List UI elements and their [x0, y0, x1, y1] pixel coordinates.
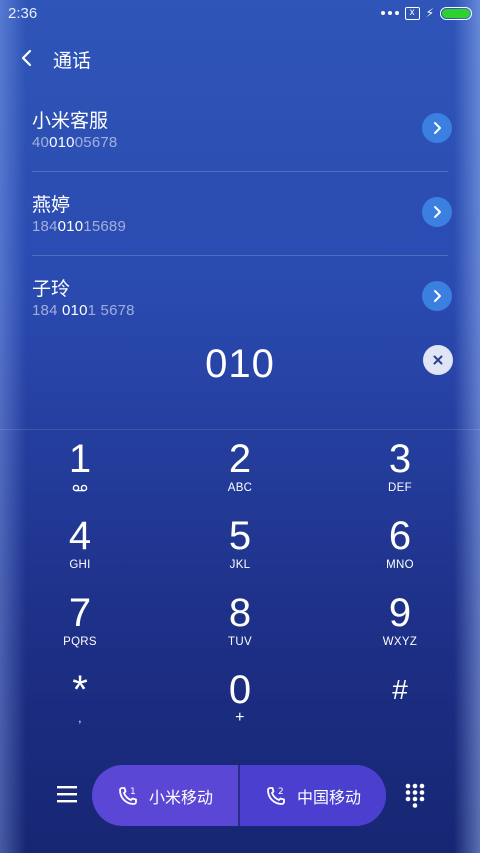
voicemail-icon [72, 484, 88, 492]
key-digit: 0 [228, 668, 252, 712]
key-letters: DEF [388, 482, 412, 494]
key-letters: WXYZ [382, 636, 418, 648]
key-digit: # [392, 674, 408, 705]
key-star[interactable]: * , [0, 667, 160, 744]
key-hash[interactable]: # [320, 667, 480, 744]
key-digit: 1 [68, 437, 92, 481]
bottom-bar: 1 小米移动 2 中国移动 [0, 765, 480, 827]
dialed-number-display: 010 [0, 338, 480, 394]
status-bar: 2:36 x ⚡ [0, 0, 480, 28]
list-item[interactable]: 燕婷 18401015689 [32, 172, 452, 256]
chevron-right-icon [434, 290, 441, 302]
contact-detail-button[interactable] [422, 197, 452, 227]
key-letters: TUV [228, 636, 252, 648]
key-0[interactable]: 0 + [160, 667, 320, 744]
charging-icon: ⚡ [425, 6, 434, 20]
back-arrow-icon[interactable] [16, 44, 40, 72]
status-icons: x ⚡ [380, 6, 472, 20]
list-item[interactable]: 子玲 184 0101 5678 [32, 256, 452, 340]
svg-text:2: 2 [278, 787, 284, 797]
contact-number: 4001005678 [32, 134, 118, 151]
key-digit: 9 [388, 591, 412, 635]
sim2-label: 中国移动 [296, 789, 361, 807]
key-digit: 2 [228, 437, 252, 481]
key-3[interactable]: 3 DEF [320, 436, 480, 513]
battery-icon [440, 6, 472, 20]
key-letters: + [235, 709, 245, 726]
key-8[interactable]: 8 TUV [160, 590, 320, 667]
key-letters: PQRS [63, 636, 97, 648]
chevron-right-icon [434, 122, 441, 134]
key-letters: ABC [227, 482, 253, 494]
key-digit: 6 [388, 514, 412, 558]
svg-text:1: 1 [130, 787, 136, 797]
contact-name: 燕婷 [32, 195, 71, 216]
no-sim-icon: x [404, 6, 420, 20]
contact-number: 184 0101 5678 [32, 302, 135, 319]
phone-sim2-icon: 2 [267, 787, 285, 805]
key-7[interactable]: 7 PQRS [0, 590, 160, 667]
key-1[interactable]: 1 [0, 436, 160, 513]
dialpad-toggle-icon[interactable] [404, 783, 426, 809]
clear-button[interactable] [423, 345, 453, 375]
chevron-right-icon [434, 206, 441, 218]
key-letters: JKL [229, 559, 251, 571]
key-letters: GHI [69, 559, 91, 571]
key-5[interactable]: 5 JKL [160, 513, 320, 590]
contact-number: 18401015689 [32, 218, 126, 235]
call-sim1-button[interactable]: 1 小米移动 [92, 765, 238, 826]
dialed-number: 010 [205, 342, 275, 386]
call-sim-selector: 1 小米移动 2 中国移动 [92, 765, 386, 826]
sim1-label: 小米移动 [148, 789, 213, 807]
key-9[interactable]: 9 WXYZ [320, 590, 480, 667]
key-digit: 3 [388, 437, 412, 481]
key-digit: * [72, 668, 88, 712]
status-time: 2:36 [8, 5, 38, 22]
key-digit: 4 [68, 514, 92, 558]
contact-detail-button[interactable] [422, 113, 452, 143]
dial-keypad: 1 2 ABC 3 DEF 4 GHI 5 JKL 6 MNO 7 PQRS 8… [0, 436, 480, 744]
contact-name: 子玲 [32, 279, 71, 300]
key-letters: , [78, 713, 82, 725]
contact-name: 小米客服 [32, 111, 109, 132]
key-4[interactable]: 4 GHI [0, 513, 160, 590]
call-sim2-button[interactable]: 2 中国移动 [238, 765, 386, 826]
key-digit: 8 [228, 591, 252, 635]
close-icon [433, 355, 443, 365]
more-notifications-icon [380, 11, 399, 15]
key-letters: MNO [386, 559, 414, 571]
phone-sim1-icon: 1 [119, 787, 137, 805]
list-item[interactable]: 小米客服 4001005678 [32, 88, 452, 172]
header: 通话 [0, 40, 480, 76]
divider [0, 429, 480, 430]
contact-detail-button[interactable] [422, 281, 452, 311]
page-title: 通话 [53, 51, 92, 72]
key-digit: 7 [68, 591, 92, 635]
key-2[interactable]: 2 ABC [160, 436, 320, 513]
key-6[interactable]: 6 MNO [320, 513, 480, 590]
key-digit: 5 [228, 514, 252, 558]
contact-match-list: 小米客服 4001005678 燕婷 18401015689 子玲 184 01… [0, 88, 480, 340]
menu-icon[interactable] [56, 784, 78, 804]
